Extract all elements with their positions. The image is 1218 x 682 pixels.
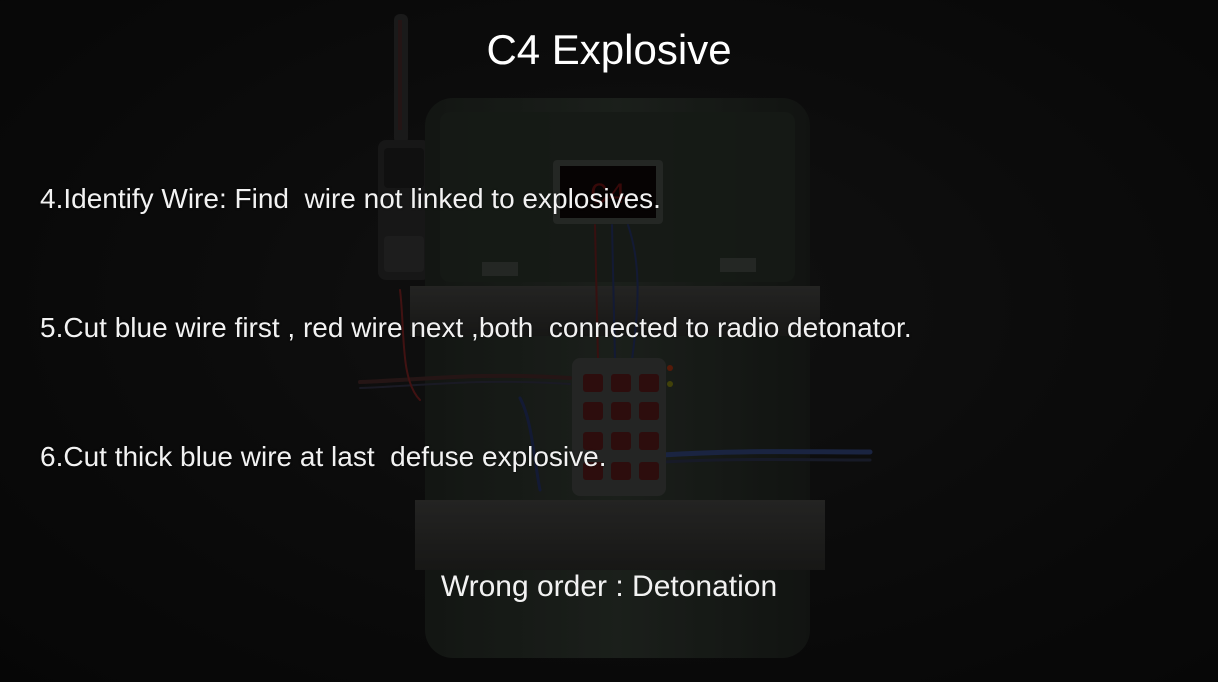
c4-scene: C4 C4 Explosive 4.Identify Wire: Find wi… <box>0 0 1218 682</box>
page-title: C4 Explosive <box>486 26 732 73</box>
step-4-instruction: 4.Identify Wire: Find wire not linked to… <box>40 183 661 214</box>
warning-text: Wrong order : Detonation <box>440 570 778 603</box>
step-5-instruction: 5.Cut blue wire first , red wire next ,b… <box>40 312 912 343</box>
step-6-instruction: 6.Cut thick blue wire at last defuse exp… <box>40 441 607 472</box>
